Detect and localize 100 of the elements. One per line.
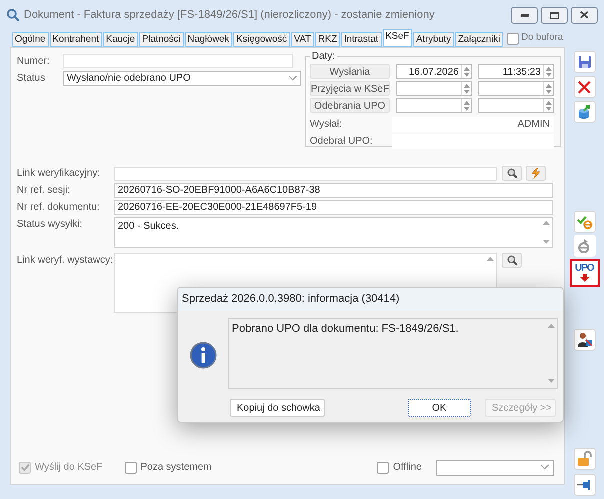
checkbox-label: Wyślij do KSeF — [35, 461, 103, 475]
arrow-down-icon — [580, 274, 590, 282]
spin-button[interactable] — [461, 99, 471, 112]
refresh-button[interactable] — [574, 235, 596, 257]
dialog-title: Sprzedaż 2026.0.0.3980: informacja (30414) — [178, 288, 563, 311]
dialog-button[interactable]: OK — [408, 399, 471, 417]
search-button[interactable] — [502, 253, 522, 268]
numer-field[interactable] — [63, 54, 293, 68]
save-button[interactable] — [574, 51, 596, 73]
time-field[interactable] — [478, 98, 554, 113]
padlock-icon — [576, 451, 592, 467]
time-field[interactable] — [478, 81, 554, 96]
close-icon — [578, 80, 591, 94]
restore-button[interactable] — [541, 6, 568, 24]
link-field[interactable] — [114, 166, 497, 180]
spin-button[interactable] — [461, 65, 471, 78]
database-arrow-icon — [578, 104, 592, 120]
tab[interactable]: Nagłówek — [184, 32, 232, 47]
save-icon — [578, 55, 592, 69]
down-arrow-icon — [542, 240, 550, 244]
cancel-button[interactable] — [574, 76, 596, 98]
minimize-button[interactable] — [511, 6, 538, 24]
reference-field[interactable]: 20260716-EE-20EC30E000-21E48697F5-19 — [114, 200, 553, 215]
daty-legend: Daty: — [310, 49, 338, 64]
checkbox-label: Poza systemem — [140, 461, 212, 475]
window-title: Dokument - Faktura sprzedaży [FS-1849/26/S1] (nierozliczony) - zostanie zmieniony — [24, 8, 435, 23]
offline-dropdown[interactable] — [436, 460, 554, 476]
spin-button[interactable] — [461, 82, 471, 95]
user-button[interactable] — [574, 329, 596, 351]
search-button[interactable] — [502, 166, 522, 181]
message-text: Pobrano UPO dla dokumentu: FS-1849/26/S1. — [231, 322, 460, 337]
unlock-button[interactable] — [574, 448, 596, 470]
tab[interactable]: Płatności — [139, 32, 184, 47]
close-button[interactable] — [571, 6, 598, 24]
tab[interactable]: Intrastat — [341, 32, 382, 47]
export-button[interactable] — [574, 101, 596, 123]
date-field[interactable] — [396, 81, 472, 96]
date-type-button[interactable]: Odebrania UPO — [310, 98, 390, 113]
tab[interactable]: Załączniki — [455, 32, 504, 47]
up-arrow-icon — [548, 324, 554, 328]
checkbox[interactable] — [377, 462, 390, 474]
info-icon — [190, 342, 216, 369]
field-label: Nr ref. dokumentu: — [17, 201, 101, 215]
down-arrow-icon — [464, 72, 470, 76]
numer-label: Numer: — [17, 54, 51, 68]
status-memo[interactable]: 200 - Sukces. — [114, 217, 553, 248]
checkbox-label: Offline — [393, 461, 422, 475]
lightning-icon — [531, 168, 541, 179]
time-field[interactable]: 11:35:23 — [478, 64, 554, 79]
magnifier-icon — [6, 8, 20, 22]
e-arrow-icon — [578, 238, 591, 254]
tab[interactable]: RKZ — [315, 32, 340, 47]
down-arrow-icon — [546, 106, 552, 110]
tab[interactable]: VAT — [291, 32, 314, 47]
tab[interactable]: Księgowość — [233, 32, 290, 47]
date-type-button[interactable]: Wysłania — [310, 64, 390, 79]
field-label: Status wysyłki: — [17, 218, 84, 232]
reference-field[interactable]: 20260716-SO-20EBF91000-A6A6C10B87-38 — [114, 183, 553, 198]
tab[interactable]: KSeF — [382, 29, 412, 47]
search-icon — [506, 255, 518, 266]
check-e-icon — [576, 215, 592, 229]
checkbox[interactable] — [507, 32, 520, 44]
tab[interactable]: Kontrahent — [50, 32, 102, 47]
checkbox[interactable] — [124, 462, 137, 474]
pin-button[interactable] — [574, 474, 596, 496]
spin-button[interactable] — [543, 99, 553, 112]
field-label: Nr ref. sesji: — [17, 184, 72, 198]
date-type-button[interactable]: Przyjęcia w KSeF — [310, 81, 390, 96]
spin-button[interactable] — [543, 65, 553, 78]
up-arrow-icon — [486, 257, 494, 261]
up-arrow-icon — [546, 84, 552, 88]
status-label: Status — [17, 72, 46, 86]
down-arrow-icon — [464, 106, 470, 110]
status-dropdown[interactable]: Wysłano/nie odebrano UPO — [63, 71, 301, 86]
chevron-down-icon — [289, 76, 297, 81]
verify-button[interactable] — [574, 211, 596, 233]
tab[interactable]: Atrybuty — [413, 32, 454, 47]
tab[interactable]: Kaucje — [103, 32, 138, 47]
checkbox-label: Do bufora — [521, 31, 564, 46]
up-arrow-icon — [542, 221, 550, 225]
up-arrow-icon — [546, 66, 552, 70]
field-label: Link weryfikacyjny: — [17, 167, 102, 181]
date-field[interactable] — [396, 98, 472, 113]
date-field[interactable]: 16.07.2026 — [396, 64, 472, 79]
up-arrow-icon — [464, 66, 470, 70]
minimize-icon — [520, 14, 528, 16]
restore-icon — [550, 12, 559, 18]
upo-button[interactable]: UPO — [570, 259, 600, 287]
pin-icon — [576, 479, 592, 491]
tab[interactable]: Ogólne — [12, 32, 49, 47]
person-icon — [576, 332, 592, 348]
field-label: Link weryf. wystawcy: — [17, 254, 114, 268]
generate-button[interactable] — [526, 166, 546, 181]
up-arrow-icon — [464, 84, 470, 88]
dialog-button[interactable]: Kopiuj do schowka — [230, 399, 325, 417]
wyslal-field: ADMIN — [392, 117, 554, 132]
close-icon — [580, 11, 589, 19]
spin-button[interactable] — [543, 82, 553, 95]
odebral-upo-label: Odebrał UPO: — [310, 135, 374, 149]
down-arrow-icon — [546, 90, 552, 94]
